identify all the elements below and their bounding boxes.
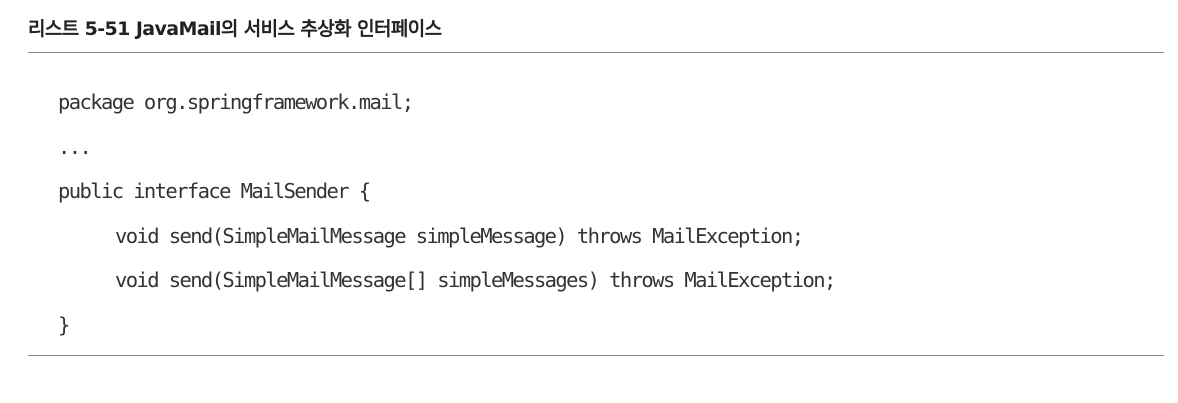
code-line-ellipsis: ... <box>58 134 92 159</box>
code-line-send-single-method: void send(SimpleMailMessage simpleMessag… <box>115 223 804 248</box>
code-line-package: package org.springframework.mail; <box>58 90 414 114</box>
code-line-interface-declaration: public interface MailSender { <box>58 179 371 204</box>
code-line-closing-brace: } <box>58 312 70 337</box>
bottom-divider <box>28 355 1164 356</box>
top-divider <box>28 52 1164 53</box>
code-line-send-array-method: void send(SimpleMailMessage[] simpleMess… <box>115 268 836 293</box>
listing-caption: 리스트 5-51 JavaMail의 서비스 추상화 인터페이스 <box>28 18 442 40</box>
code-block: package org.springframework.mail; ... pu… <box>58 80 836 348</box>
